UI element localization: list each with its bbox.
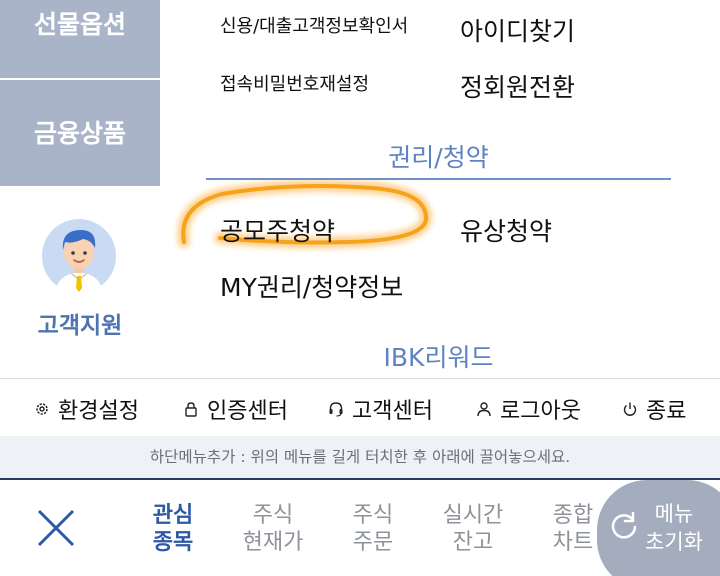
sidebar: 선물옵션 금융상품 고객지원: [0, 0, 160, 378]
nav-stock-order-line1: 주식: [352, 503, 394, 528]
power-icon: [623, 402, 637, 416]
menu-item-find-id[interactable]: 아이디찾기: [460, 12, 575, 48]
nav-watchlist-line2: 종목: [152, 530, 194, 555]
section-title-ibk-reward: IBK리워드: [383, 343, 494, 372]
sidebar-tab-financial-products[interactable]: 금융상품: [0, 80, 160, 186]
bottom-menu-hint: 하단메뉴추가 : 위의 메뉴를 길게 터치한 후 아래에 끌어놓으세요.: [0, 436, 720, 478]
menu-item-credit-loan-info[interactable]: 신용/대출고객정보확인서: [220, 12, 408, 38]
menu-reset-line2: 초기화: [645, 530, 703, 554]
nav-stock-order[interactable]: 주식 주문: [328, 502, 418, 556]
close-icon[interactable]: [34, 506, 78, 550]
nav-stock-price[interactable]: 주식 현재가: [228, 502, 318, 556]
menu-item-reset-password[interactable]: 접속비밀번호재설정: [220, 70, 369, 96]
refresh-icon: [611, 511, 637, 539]
util-customer-center[interactable]: 고객센터: [328, 393, 433, 425]
user-icon: [477, 402, 491, 417]
menu-reset-button[interactable]: 메뉴 초기화: [597, 480, 720, 576]
util-exit-label: 종료: [646, 399, 687, 424]
nav-stock-price-line2: 현재가: [242, 530, 304, 555]
nav-realtime-balance-line1: 실시간: [442, 503, 504, 528]
util-customer-label: 고객센터: [352, 399, 433, 424]
util-settings-label: 환경설정: [58, 399, 139, 424]
utility-bar: 환경설정 인증센터 고객센터 로그아웃 종료: [0, 378, 720, 436]
util-logout-label: 로그아웃: [500, 399, 581, 424]
menu-item-rights-offering[interactable]: 유상청약: [460, 212, 552, 248]
nav-stock-order-line2: 주문: [352, 530, 394, 555]
menu-reset-line1: 메뉴: [654, 502, 694, 526]
headset-icon: [329, 402, 343, 417]
nav-watchlist-line1: 관심: [152, 503, 194, 528]
sidebar-tab-futures-options[interactable]: 선물옵션: [0, 0, 160, 78]
section-title-rights: 권리/청약: [388, 143, 489, 172]
support-avatar-icon[interactable]: [41, 218, 117, 294]
nav-stock-price-line1: 주식: [252, 503, 294, 528]
menu-item-regular-member[interactable]: 정회원전환: [460, 68, 575, 104]
nav-realtime-balance[interactable]: 실시간 잔고: [428, 502, 518, 556]
menu-item-ipo-subscription[interactable]: 공모주청약: [220, 212, 335, 248]
support-label[interactable]: 고객지원: [0, 306, 160, 340]
util-certificate-label: 인증센터: [207, 399, 288, 424]
util-logout[interactable]: 로그아웃: [476, 393, 581, 425]
util-settings[interactable]: 환경설정: [34, 393, 139, 425]
util-certificate-center[interactable]: 인증센터: [183, 393, 288, 425]
menu-item-my-rights-info[interactable]: MY권리/청약정보: [220, 268, 403, 304]
nav-watchlist[interactable]: 관심 종목: [128, 502, 218, 556]
nav-realtime-balance-line2: 잔고: [452, 530, 494, 555]
gear-icon: [36, 403, 48, 415]
util-exit[interactable]: 종료: [622, 393, 686, 425]
lock-icon: [185, 402, 197, 417]
